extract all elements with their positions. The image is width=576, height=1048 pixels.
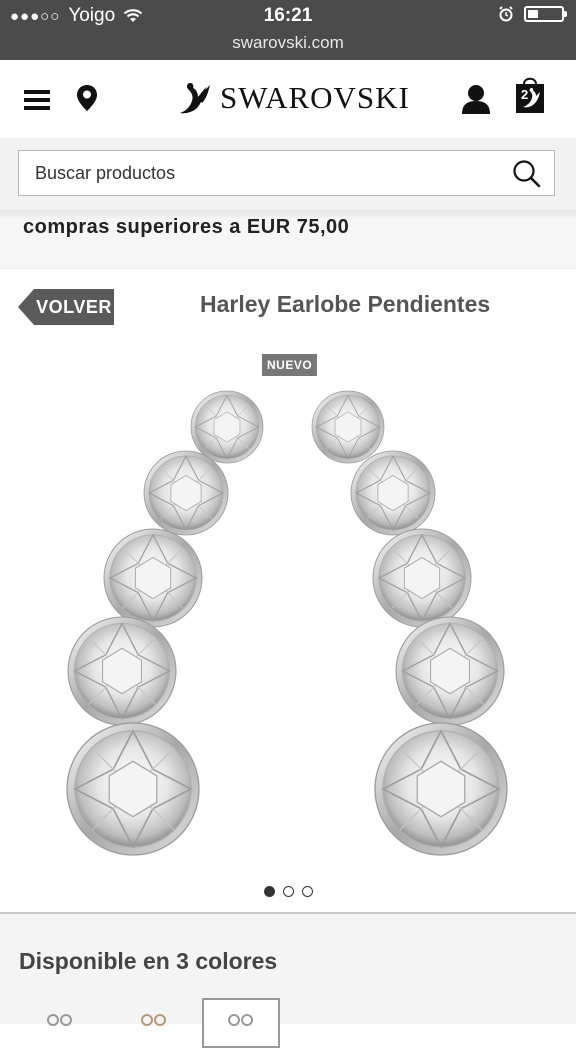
site-header: SWAROVSKI 2 bbox=[0, 60, 576, 138]
page-header: VOLVER Harley Earlobe Pendientes bbox=[0, 268, 576, 345]
back-button-label: VOLVER bbox=[34, 289, 114, 325]
clock: 16:21 bbox=[263, 5, 313, 26]
earring-thumbnail-icon bbox=[141, 1014, 166, 1026]
earring-thumbnail-icon bbox=[228, 1014, 253, 1026]
account-icon[interactable] bbox=[460, 84, 492, 114]
status-bar: ●●●○○ Yoigo 16:21 swarovski.com bbox=[0, 0, 576, 60]
promo-banner: compras superiores a EUR 75,00 bbox=[0, 210, 576, 268]
menu-icon[interactable] bbox=[24, 90, 50, 110]
promo-text: compras superiores a EUR 75,00 bbox=[23, 216, 350, 238]
carousel-indicator bbox=[0, 884, 576, 902]
color-options-title: Disponible en 3 colores bbox=[19, 948, 278, 974]
color-options-section: Disponible en 3 colores bbox=[0, 914, 576, 1048]
carousel-dot-2[interactable] bbox=[282, 886, 294, 897]
url-bar[interactable]: swarovski.com bbox=[0, 33, 576, 53]
color-swatch-1[interactable] bbox=[20, 998, 98, 1048]
back-arrow-icon bbox=[18, 289, 34, 325]
search-icon[interactable] bbox=[512, 159, 542, 189]
page-title: Harley Earlobe Pendientes bbox=[200, 291, 491, 317]
carousel-dot-3[interactable] bbox=[301, 886, 313, 897]
status-right bbox=[498, 6, 567, 22]
battery-level bbox=[528, 10, 538, 18]
color-swatch-3[interactable] bbox=[202, 998, 280, 1048]
shopping-bag-icon[interactable]: 2 bbox=[515, 74, 545, 119]
earring-thumbnail-icon bbox=[47, 1014, 72, 1026]
battery-icon bbox=[524, 6, 567, 22]
carousel-dot-1[interactable] bbox=[263, 886, 275, 897]
new-badge: NUEVO bbox=[262, 354, 318, 376]
search-box bbox=[18, 150, 555, 196]
brand-logo[interactable]: SWAROVSKI bbox=[176, 80, 410, 116]
color-swatch-2[interactable] bbox=[114, 998, 192, 1048]
product-gallery[interactable]: NUEVO bbox=[0, 344, 576, 912]
bag-count: 2 bbox=[521, 87, 529, 102]
store-locator-icon[interactable] bbox=[76, 84, 98, 112]
product-image[interactable] bbox=[60, 384, 520, 864]
alarm-icon bbox=[499, 6, 513, 22]
search-input[interactable] bbox=[35, 151, 475, 195]
brand-name: SWAROVSKI bbox=[220, 80, 410, 115]
search-bar bbox=[0, 138, 576, 210]
swan-logo-icon bbox=[180, 83, 210, 114]
